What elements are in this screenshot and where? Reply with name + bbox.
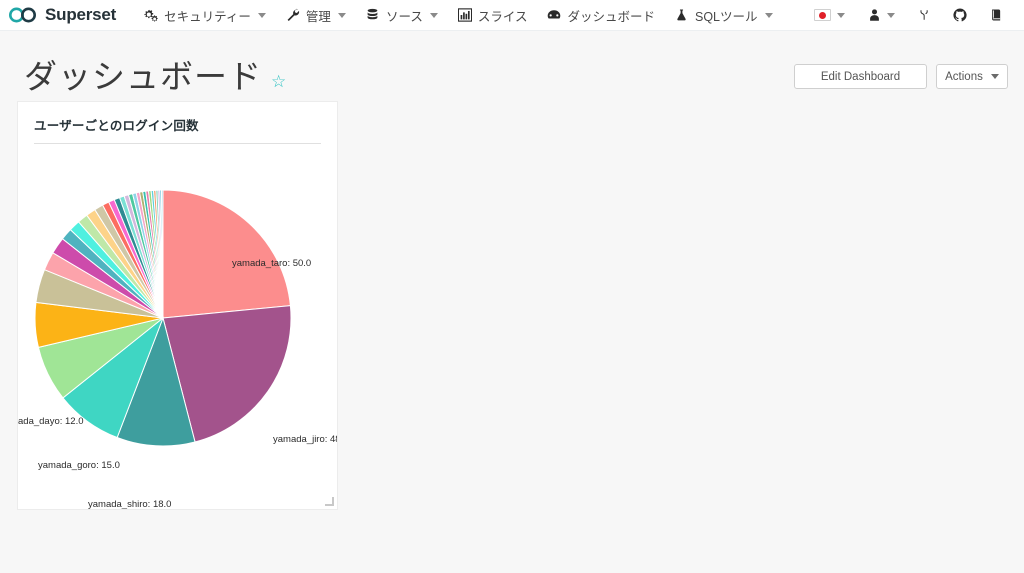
actions-dropdown-label: Actions [945,70,983,83]
brand-home-link[interactable]: Superset [8,5,116,25]
code-fork-icon [917,8,931,22]
book-icon [989,8,1003,22]
brand-name: Superset [45,5,117,24]
main-navbar: Superset セキュリティー 管理 ソース スライス ダッシュボード SQL… [0,0,1024,31]
bar-chart-icon [457,8,472,22]
nav-item-label: ダッシュボード [567,9,655,24]
chevron-down-icon [887,12,895,18]
pie-slice-label: yamada_goro: 15.0 [38,460,120,471]
nav-item-dashboards[interactable]: ダッシュボード [537,0,665,31]
version-fork-link[interactable] [906,0,942,31]
actions-dropdown-button[interactable]: Actions [936,64,1008,89]
nav-item-slices[interactable]: スライス [448,0,538,31]
title-divider [34,143,321,144]
chart-title: ユーザーごとのログイン回数 [34,119,199,133]
user-menu[interactable] [856,0,906,31]
database-icon [366,8,380,22]
pie-slice-label: yamada_jiro: 48 [273,434,338,445]
nav-item-manage[interactable]: 管理 [276,0,356,31]
nav-item-label: スライス [477,9,528,24]
docs-link[interactable] [978,0,1014,31]
title-group: ダッシュボード ☆ [24,58,286,95]
dashboard-gauge-icon [547,8,561,22]
chevron-down-icon [837,12,845,18]
language-selector[interactable] [803,0,856,31]
wrench-icon [286,8,300,22]
favorite-star-icon[interactable]: ☆ [271,73,286,90]
page-title: ダッシュボード [24,58,262,95]
pie-slice-label: yamada_shiro: 18.0 [88,499,171,510]
superset-infinity-logo-icon [8,7,38,23]
nav-item-label: ソース [385,9,423,24]
nav-item-label: 管理 [305,9,331,24]
dashboard-header: ダッシュボード ☆ Edit Dashboard Actions [0,31,1024,101]
panel-resize-handle[interactable] [325,497,334,506]
pie-slice-label: yamada_taro: 50.0 [232,258,311,269]
chart-body: yamada_taro: 50.0 yamada_jiro: 48 yamada_s… [18,146,337,509]
chevron-down-icon [257,12,266,18]
chevron-down-icon [990,74,999,79]
pie-slice[interactable] [162,189,291,319]
nav-item-label: セキュリティー [164,9,251,24]
pie-chart[interactable]: yamada_taro: 50.0 yamada_jiro: 48 yamada_s… [18,146,337,509]
nav-item-sources[interactable]: ソース [356,0,448,31]
flask-icon [675,8,689,22]
chevron-down-icon [429,12,438,18]
chevron-down-icon [337,12,346,18]
header-actions-group: Edit Dashboard Actions [794,64,1008,89]
japan-flag-icon [814,9,831,21]
navbar-right-group [803,0,1014,31]
edit-dashboard-button[interactable]: Edit Dashboard [794,64,927,89]
dashboard-grid: ユーザーごとのログイン回数 yamada_taro: 50.0 yamada_ji… [0,101,1024,510]
nav-item-security[interactable]: セキュリティー [134,0,276,31]
github-link[interactable] [942,0,978,31]
gears-icon [144,8,158,22]
chevron-down-icon [764,12,773,18]
chart-panel-header: ユーザーごとのログイン回数 [30,115,325,144]
chart-panel-login-count[interactable]: ユーザーごとのログイン回数 yamada_taro: 50.0 yamada_ji… [17,101,338,510]
nav-item-sql-toolkit[interactable]: SQLツール [665,0,783,31]
nav-item-label: SQLツール [694,9,758,24]
pie-slice-label: ada_dayo: 12.0 [18,416,84,427]
user-icon [867,8,881,22]
github-icon [953,8,967,22]
